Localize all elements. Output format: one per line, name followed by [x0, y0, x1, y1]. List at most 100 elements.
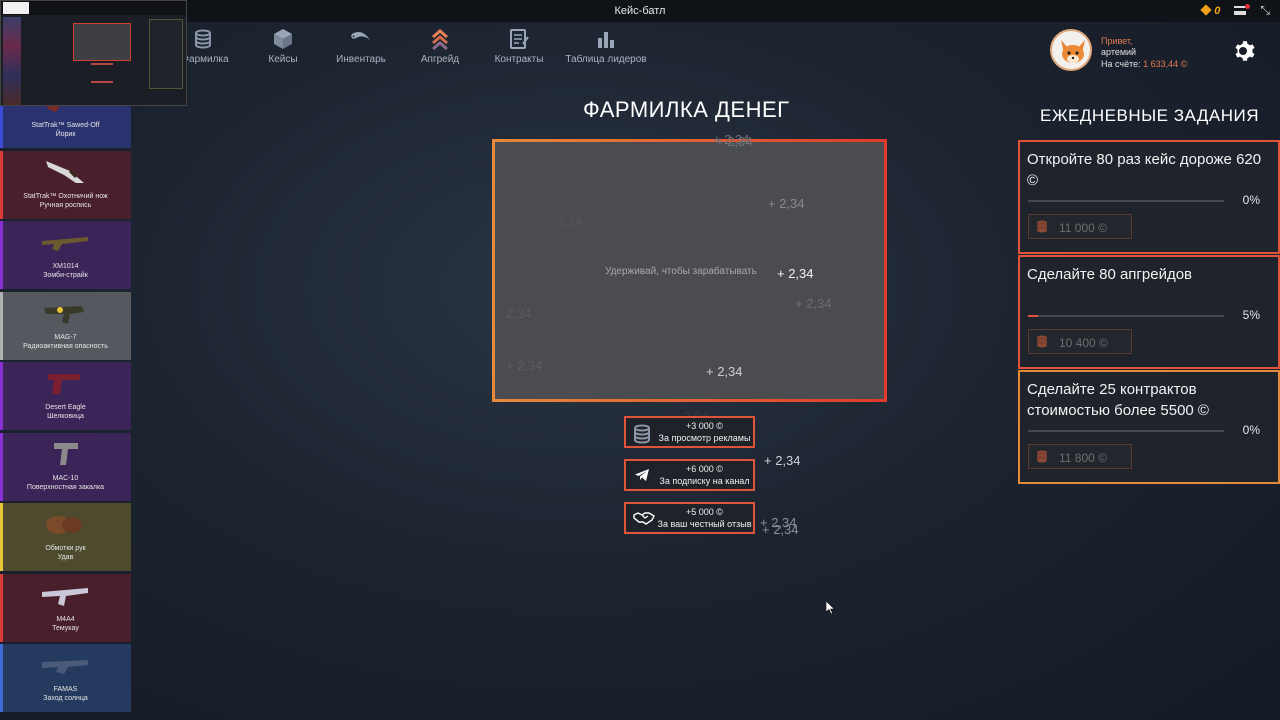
bonus-action-button[interactable]: +5 000 © За ваш честный отзыв [624, 502, 755, 534]
drop-skin-name: Зомби-страйк [43, 272, 88, 279]
thumbnail-panel [149, 19, 183, 89]
task-percent: 5% [1242, 308, 1260, 322]
nav-label: Контракты [494, 54, 544, 65]
farm-title: ФАРМИЛКА ДЕНЕГ [583, 97, 790, 122]
avatar[interactable] [1050, 29, 1092, 71]
floating-reward: + 2,34 [795, 296, 832, 311]
task-percent: 0% [1242, 423, 1260, 437]
weapon-image [40, 298, 90, 328]
drop-item[interactable]: MAC-10 Поверхностная закалка [0, 432, 131, 501]
gear-icon[interactable] [1233, 39, 1257, 63]
task-description: Сделайте 80 апгрейдов [1027, 266, 1193, 283]
drop-skin-name: Удав [57, 554, 74, 561]
task-reward: 10 400 © [1028, 329, 1132, 354]
farm-hint: Удерживай, чтобы зарабатывать [605, 266, 757, 277]
task-reward: 11 800 © [1028, 444, 1132, 469]
fox-icon [1061, 40, 1085, 63]
nav-label: Таблица лидеров [565, 54, 647, 65]
floating-reward: + 2,34 [716, 134, 753, 149]
reward-value: 10 400 © [1059, 336, 1108, 350]
bonus-amount: +5 000 © [686, 507, 723, 517]
nav-label: Кейсы [268, 54, 298, 65]
task-description: Сделайте 25 контрактов стоимостью более … [1027, 381, 1209, 419]
task-percent: 0% [1242, 193, 1260, 207]
weapon-image [40, 227, 90, 257]
balance-value: 1 633,44 © [1143, 59, 1188, 69]
coin-count: 0 [1214, 4, 1221, 17]
nav-item-3[interactable]: Инвентарь [321, 28, 401, 65]
task-progress-track [1028, 315, 1224, 317]
drop-item[interactable]: Desert Eagle Шелковица [0, 362, 131, 430]
bonus-label: За подписку на канал [659, 476, 750, 486]
bonus-amount: +3 000 © [686, 421, 723, 431]
drop-weapon-name: FAMAS [53, 686, 78, 693]
thumbnail-bar [1, 1, 186, 15]
floating-reward: + 2,34 [764, 453, 801, 468]
drop-weapon-name: MAC-10 [52, 474, 79, 482]
bonus-label: За просмотр рекламы [658, 433, 751, 443]
mouse-cursor-icon [826, 601, 836, 615]
bar-chart-icon [595, 28, 617, 50]
live-drops-sidebar: StatTrak™ Sawed-Off Йорик StatTrak™ Охотни… [0, 80, 131, 720]
floating-reward: + 2,34 [762, 522, 799, 537]
nav-item-6[interactable]: Таблица лидеров [556, 28, 656, 65]
bonus-action-button[interactable]: +6 000 © За подписку на канал [624, 459, 755, 491]
handshake-icon [633, 509, 655, 527]
nav-item-2[interactable]: Кейсы [243, 28, 323, 65]
thumbnail-sidebar [3, 17, 21, 105]
weapon-image [40, 509, 90, 539]
bonus-label: За ваш честный отзыв [657, 519, 752, 529]
drop-skin-name: Ручная роспись [39, 201, 92, 209]
drop-weapon-name: XM1014 [52, 263, 79, 270]
bonus-action-button[interactable]: +3 000 © За просмотр рекламы [624, 416, 755, 448]
drop-item[interactable]: StatTrak™ Охотничий нож Ручная роспись [0, 150, 131, 219]
reward-value: 11 000 © [1059, 221, 1107, 235]
upgrade-chevrons-icon [429, 28, 451, 51]
nav-item-4[interactable]: Апгрейд [400, 28, 480, 65]
window-titlebar: Кейс-батл 0 ⤡ [0, 0, 1280, 22]
floating-reward: + 2,34 [506, 358, 543, 373]
floating-reward: + 2,34 [706, 364, 743, 379]
thumbnail-farm-box [73, 23, 131, 61]
nav-label: Апгрейд [420, 54, 460, 65]
coins-small-icon [1034, 449, 1050, 465]
coins-small-icon [1034, 219, 1050, 235]
drop-skin-name: Поверхностная закалка [26, 483, 105, 491]
floating-reward: + 2,34 [777, 266, 814, 281]
coin-balance[interactable]: 0 [1200, 3, 1221, 17]
floating-reward: 2,34 [557, 214, 583, 229]
daily-task-card: Сделайте 80 апгрейдов 5% 10 400 © [1018, 255, 1280, 369]
task-reward: 11 000 © [1028, 214, 1132, 239]
drop-skin-name: Заход солнца [43, 695, 88, 702]
menu-icon[interactable] [1234, 4, 1251, 15]
nav-item-5[interactable]: Контракты [479, 28, 559, 65]
drop-item[interactable]: Обмотки рук Удав [0, 503, 131, 571]
weapon-image [40, 439, 90, 469]
drop-weapon-name: StatTrak™ Sawed-Off [31, 122, 100, 129]
balance-label: На счёте: [1101, 59, 1141, 69]
nav-label: Инвентарь [336, 54, 386, 65]
thumbnail-buttons [91, 63, 113, 83]
daily-tasks-title: ЕЖЕДНЕВНЫЕ ЗАДАНИЯ [1040, 106, 1260, 125]
floating-reward: 2,34 [506, 306, 532, 321]
weapon-image [40, 368, 90, 398]
drop-item[interactable]: M4A4 Темукау [0, 573, 131, 642]
task-progress-track [1028, 430, 1224, 432]
drop-weapon-name: MAG-7 [54, 333, 77, 341]
collapse-icon[interactable]: ⤡ [1260, 3, 1270, 18]
weapon-image [40, 580, 90, 610]
bonus-amount: +6 000 © [686, 464, 723, 474]
coins-stack-icon [633, 423, 651, 444]
drop-weapon-name: Desert Eagle [45, 404, 86, 411]
drop-item[interactable]: MAG-7 Радиоактивная опасность [0, 291, 131, 360]
telegram-icon [633, 466, 651, 484]
drop-weapon-name: M4A4 [56, 615, 75, 623]
drop-item[interactable]: FAMAS Заход солнца [0, 644, 131, 712]
task-progress-track [1028, 200, 1224, 202]
drop-item[interactable]: XM1014 Зомби-страйк [0, 221, 131, 289]
drop-skin-name: Темукау [52, 624, 79, 632]
coins-stack-icon [194, 28, 216, 50]
account-balance: На счёте: 1 633,44 © [1101, 59, 1187, 69]
drop-weapon-name: StatTrak™ Охотничий нож [23, 192, 108, 200]
daily-task-card: Откройте 80 раз кейс дороже 620 © 0% 11 00… [1018, 140, 1280, 254]
